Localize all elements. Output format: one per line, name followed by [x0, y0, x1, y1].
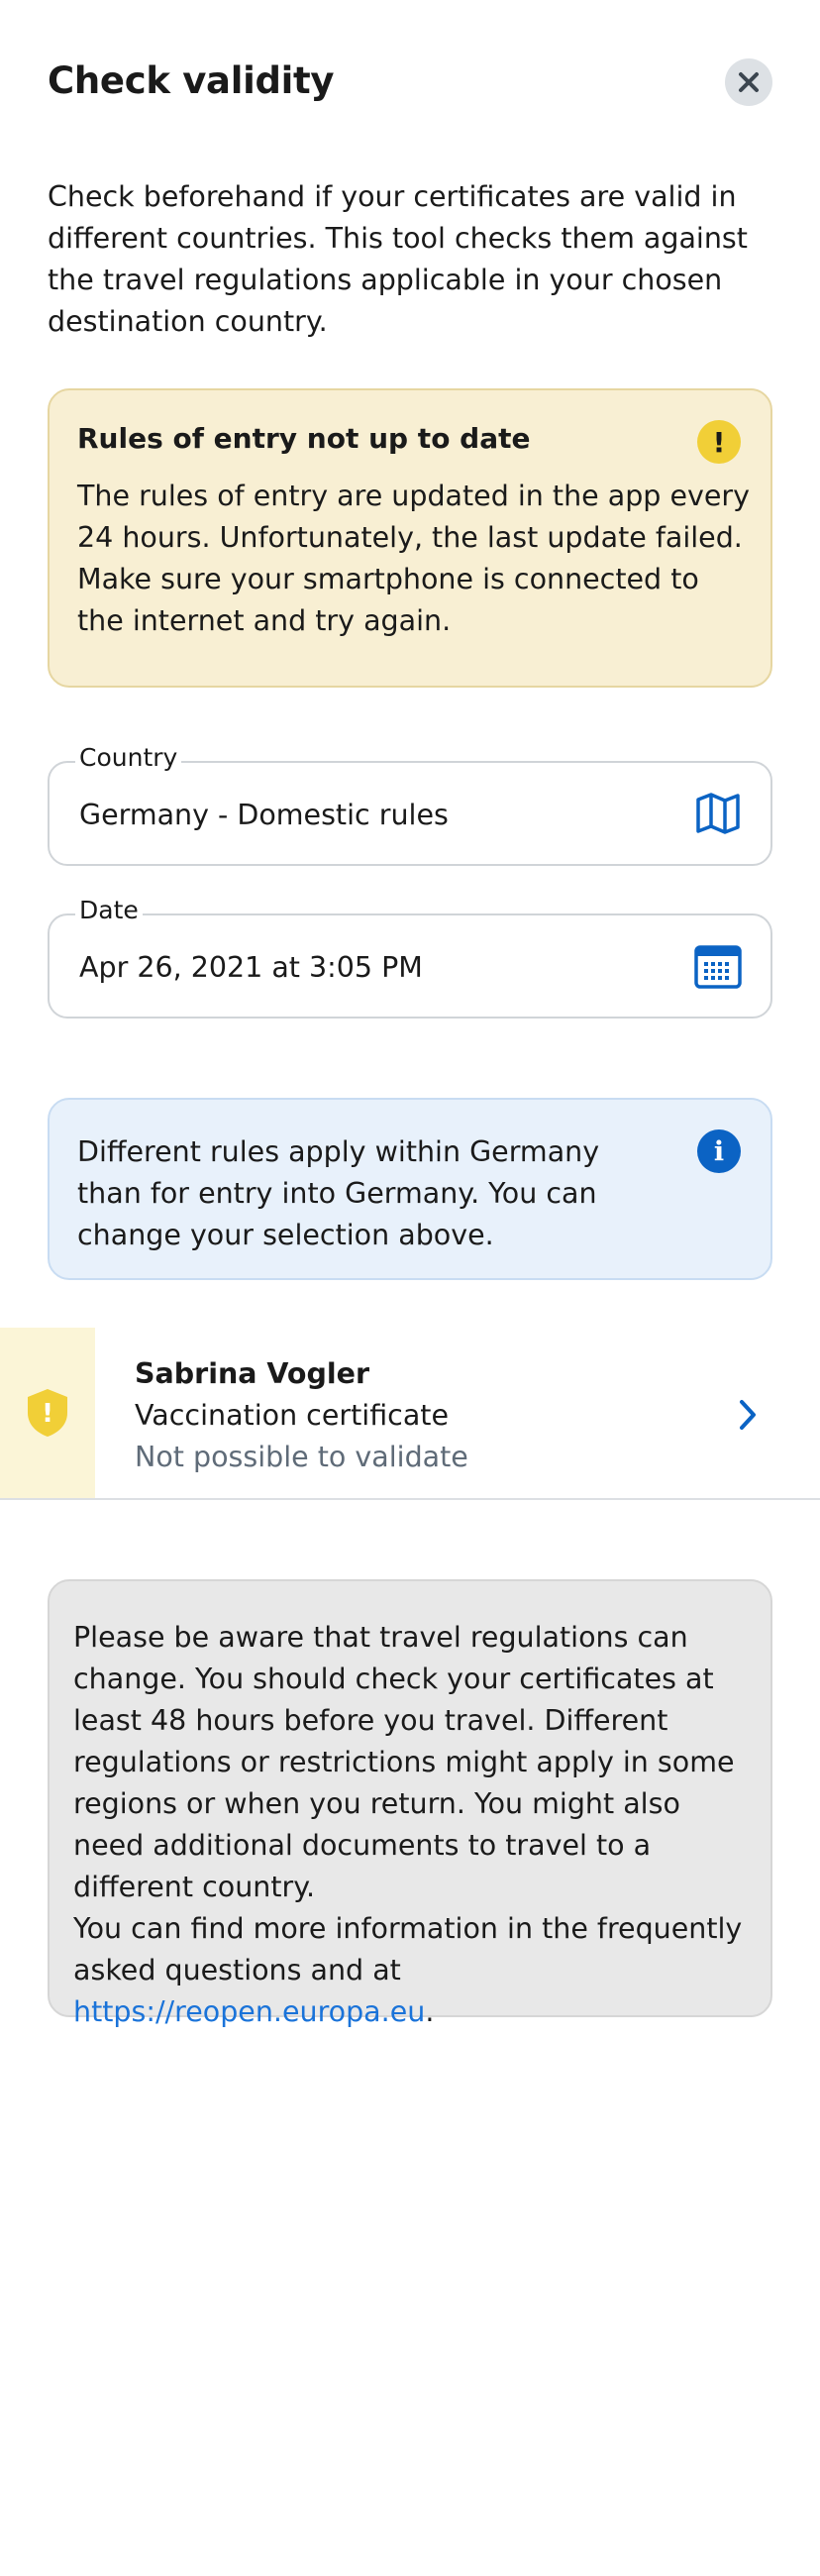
date-label: Date — [75, 896, 143, 924]
exclamation-icon: ! — [697, 420, 741, 464]
chevron-right-icon — [740, 1400, 756, 1430]
travel-notice: Please be aware that travel regulations … — [48, 1579, 772, 2028]
reopen-europa-link[interactable]: https://reopen.europa.eu — [73, 1995, 425, 2028]
certificate-validation-status: Not possible to validate — [135, 1441, 468, 1473]
country-select[interactable]: Country Germany - Domestic rules — [48, 743, 772, 866]
certificate-holder-name: Sabrina Vogler — [135, 1357, 370, 1390]
rules-outdated-warning: Rules of entry not up to date ! The rule… — [48, 388, 772, 688]
page-title: Check validity — [48, 59, 335, 102]
certificate-status-strip: ! — [0, 1328, 95, 1498]
notice-paragraph-2-end: . — [425, 1995, 435, 2028]
date-value: Apr 26, 2021 at 3:05 PM — [79, 951, 423, 984]
shield-warning-icon: ! — [28, 1389, 67, 1437]
certificate-list-item[interactable]: ! Sabrina Vogler Vaccination certificate… — [0, 1328, 820, 1500]
country-value: Germany - Domestic rules — [79, 799, 449, 831]
domestic-rules-info: Different rules apply within Germany tha… — [48, 1098, 772, 1280]
warning-title: Rules of entry not up to date — [77, 422, 531, 455]
intro-text: Check beforehand if your certificates ar… — [48, 180, 748, 338]
warning-text: The rules of entry are updated in the ap… — [77, 480, 750, 637]
info-text: Different rules apply within Germany tha… — [77, 1135, 600, 1251]
country-label: Country — [75, 743, 182, 772]
check-validity-screen: Check validity Check beforehand if your … — [0, 0, 820, 2576]
calendar-icon — [694, 945, 742, 989]
map-icon — [696, 793, 740, 834]
close-button[interactable] — [725, 58, 772, 106]
close-icon — [739, 72, 759, 92]
certificate-type: Vaccination certificate — [135, 1399, 449, 1432]
shield-warning-glyph: ! — [42, 1399, 53, 1429]
date-picker[interactable]: Date Apr 26, 2021 at 3:05 PM — [48, 896, 772, 1019]
notice-paragraph-2: You can find more information in the fre… — [73, 1908, 757, 2033]
notice-paragraph-2-text: You can find more information in the fre… — [73, 1912, 743, 1986]
info-icon: i — [697, 1129, 741, 1173]
notice-paragraph-1: Please be aware that travel regulations … — [73, 1621, 735, 1903]
